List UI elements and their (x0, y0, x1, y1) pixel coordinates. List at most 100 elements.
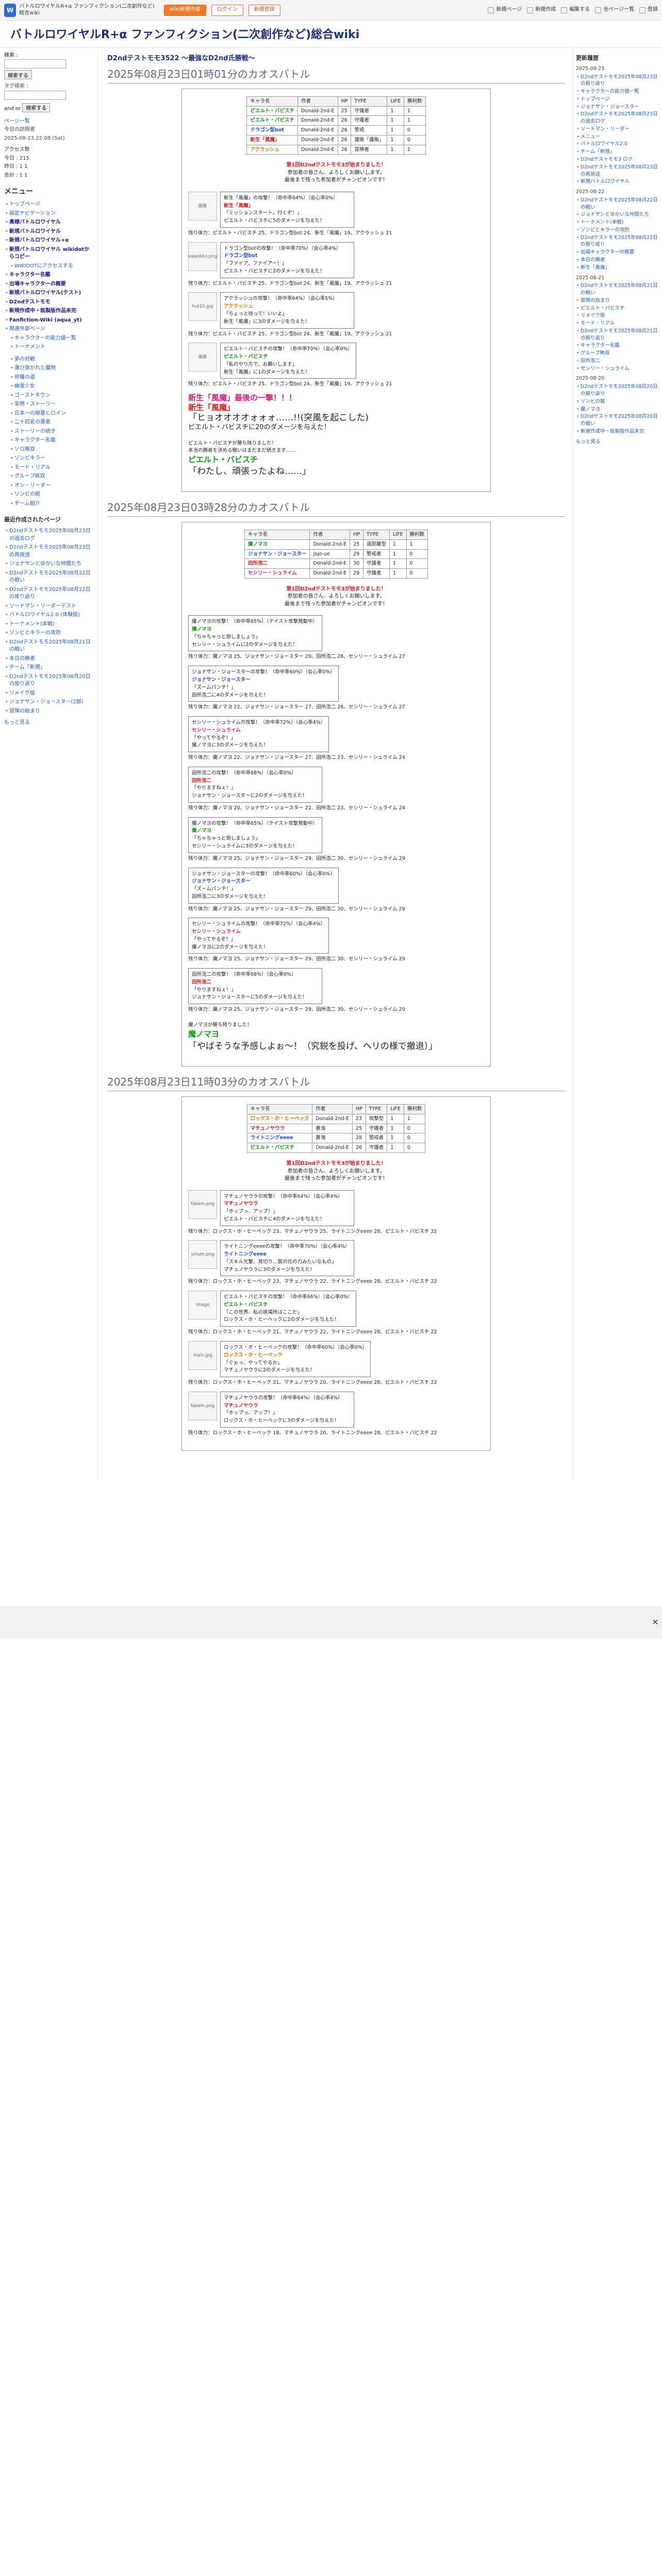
menu-subitem-link[interactable]: キャラクター名鑑 (14, 437, 56, 443)
search-button[interactable]: 検索する (4, 70, 32, 80)
recent-page-link[interactable]: 冒険の始まり (9, 708, 40, 714)
page-list-link[interactable]: ページ一覧 (4, 118, 94, 126)
recent-page-link[interactable]: バトルロワイヤル2.0 (体験版) (9, 612, 80, 618)
history-link[interactable]: リメイク版 (581, 313, 605, 318)
recent-page-link[interactable]: D2ndテストモモ2025年08月22日の振り返り (9, 587, 91, 600)
history-link[interactable]: ジョナサン・ジョースター (581, 104, 639, 110)
recent-page-link[interactable]: ソードマン・リーダーテスト (9, 603, 76, 609)
history-link[interactable]: D2ndテストモモ2025年08月22日の振り返り (581, 235, 658, 248)
history-link[interactable]: 本日の勝者 (581, 257, 605, 263)
recent-page-link[interactable]: リメイク版 (9, 690, 35, 696)
recent-page-link[interactable]: D2ndテストモモ2025年08月23日の再放送 (9, 545, 91, 558)
menu-item-link[interactable]: トップページ (9, 201, 40, 207)
history-link[interactable]: D2ndテストモモ2025年08月21日の戦い (581, 283, 658, 296)
menu-subitem-link[interactable]: 日本一の極悪ヒロイン (14, 411, 66, 416)
roster-cell[interactable]: セシリー・シュライム (244, 568, 310, 579)
roster-cell[interactable]: ジョナサン・ジョースター (244, 549, 310, 560)
menu-item-link[interactable]: 新規バトルロワイヤル(テスト) (9, 290, 81, 296)
more-recent-link[interactable]: もっと見る (4, 720, 30, 725)
roster-cell[interactable]: アクラッシュ (246, 144, 298, 155)
menu-item-link[interactable]: キャラクター名鑑 (9, 272, 51, 278)
roster-cell[interactable]: ピエルト・バビスチ (246, 106, 298, 116)
history-link[interactable]: 新規バトルロワイヤル (581, 179, 630, 184)
menu-item-link[interactable]: 出場キャラクターの概要 (9, 281, 66, 287)
history-link[interactable]: バトルロワイヤル2.0 (581, 141, 627, 147)
recent-page-link[interactable]: ジョナサンとゆかいな仲間たち (9, 561, 81, 567)
history-link[interactable]: キャラクター名鑑 (581, 343, 620, 348)
history-link[interactable]: 出場キャラクターの概要 (581, 249, 634, 255)
history-link[interactable]: ソードマン・リーダー (581, 126, 630, 132)
new-page-link[interactable]: 新規ページ (488, 6, 522, 14)
menu-item-link[interactable]: 関連外部ページ (9, 326, 45, 332)
history-link[interactable]: モード・リアル (581, 320, 615, 326)
history-link[interactable]: ゾンビの館 (581, 399, 605, 404)
history-link[interactable]: D2ndテストモモ2025年08月23日の再放送 (581, 164, 658, 177)
menu-subitem-link[interactable]: 幽霊少女 (14, 383, 35, 389)
history-link[interactable]: D2ndテストモモ2025年08月22日の戦い (581, 197, 658, 210)
create-wiki-button[interactable]: wiki新規作成 (164, 4, 206, 16)
close-icon[interactable]: ✕ (651, 1618, 660, 1627)
tag-search-input[interactable] (4, 90, 66, 100)
menu-subitem-link[interactable]: グループ無双 (14, 473, 45, 479)
roster-cell[interactable]: ロックス・ホ・ヒーベック (246, 1113, 313, 1124)
history-link[interactable]: ピエルト・バビスチ (581, 306, 625, 311)
recent-page-link[interactable]: D2ndテストモモ2025年08月21日の戦い (9, 639, 91, 653)
menu-item-link[interactable]: 新規バトルロワイヤル+α (9, 238, 69, 243)
menu-item-link[interactable]: 奥様バトルロワイヤル (9, 219, 61, 225)
menu-subitem-link[interactable]: 修羅の道 (14, 375, 35, 380)
history-link[interactable]: ゾンビとキラーの攻防 (581, 227, 630, 233)
history-link[interactable]: D2ndテストモモ2025年08月21日の振り返り (581, 328, 658, 341)
history-link[interactable]: セシリー・シュライム (581, 366, 630, 371)
recent-page-link[interactable]: トーナメント(本戦) (9, 621, 55, 627)
menu-item-link[interactable]: トーナメント (14, 344, 45, 350)
recent-page-link[interactable]: D2ndテストモモ2025年08月23日の過去ログ (9, 528, 91, 541)
history-link[interactable]: D2ndテストモモ2025年08月20日の振り返り (581, 384, 658, 397)
history-link[interactable]: トップページ (581, 96, 610, 102)
tag-search-button[interactable]: 検索する (22, 103, 51, 112)
menu-item-link[interactable]: WIKIDOTにアクセスする (14, 263, 73, 269)
history-link[interactable]: キャラクターの能力値一覧 (581, 89, 639, 94)
menu-subitem-link[interactable]: ストーリーの続き (14, 429, 56, 434)
menu-item-link[interactable]: 新規バトルロワイヤル wikidotからコピー (9, 247, 89, 260)
menu-subitem-link[interactable]: オン・リーダー (14, 483, 51, 488)
menu-item-link[interactable]: D2ndテストモモ (9, 299, 51, 305)
menu-subitem-link[interactable]: ソロ無双 (14, 447, 35, 452)
roster-cell[interactable]: ドラゴン型bot (246, 125, 298, 135)
and-or-toggle[interactable]: and or (4, 106, 21, 111)
roster-cell[interactable]: 新生「風魔」 (246, 134, 298, 145)
menu-subitem-link[interactable]: 夢の対戦 (14, 357, 35, 362)
search-input[interactable] (4, 59, 66, 69)
history-link[interactable]: 田所浩二 (581, 358, 600, 364)
recent-page-link[interactable]: D2ndテストモモ2025年08月20日の振り返り (9, 674, 91, 687)
menu-subitem-link[interactable]: ゾンビキラー (14, 455, 45, 461)
recent-page-link[interactable]: D2ndテストモモ2025年08月22日の戦い (9, 570, 91, 584)
login-button[interactable]: ログイン (211, 4, 243, 16)
menu-subitem-link[interactable]: ゾンビの館 (14, 492, 40, 497)
menu-subitem-link[interactable]: ゴーストタウン (14, 393, 51, 398)
wiki-title[interactable]: バトルロワイヤルR+α ファンフィクション(二次創作など)総合wiki (10, 27, 652, 43)
history-link[interactable]: 新生「風魔」 (581, 265, 610, 270)
roster-cell[interactable]: ピエルト・バビスチ (246, 1143, 313, 1153)
roster-cell[interactable]: ピエルト・バビスチ (246, 115, 298, 126)
history-link[interactable]: ジョナサンとゆかいな仲間たち (581, 212, 649, 217)
all-pages-link[interactable]: 全ページ一覧 (595, 6, 634, 14)
menu-subitem-link[interactable]: チーム紹介 (14, 501, 40, 506)
recent-page-link[interactable]: ジョナサン・ジョースター(2部) (9, 699, 84, 705)
new-create-link[interactable]: 新規作成 (527, 6, 556, 14)
menu-subitem-link[interactable]: 二十四名の勇者 (14, 419, 51, 425)
history-link[interactable]: 新規作成中・既製版作品未完 (581, 429, 644, 434)
menu-item-link[interactable]: 新規バトルロワイヤル (9, 229, 61, 234)
history-link[interactable]: D2ndテストモモ2025年08月23日の振り返り (581, 74, 658, 87)
recent-page-link[interactable]: ゾンビとキラーの攻防 (9, 630, 61, 636)
site-logo[interactable]: W バトルロワイヤルR+α ファンフィクション(二次創作など)総合wiki (4, 3, 159, 17)
history-link[interactable]: メニュー (581, 134, 600, 140)
history-link[interactable]: 冒険の始まり (581, 298, 610, 303)
history-link[interactable]: D2ndテストモモ2025年08月23日の過去ログ (581, 111, 658, 124)
menu-item-link[interactable]: キャラクターの能力値一覧 (14, 335, 76, 341)
menu-subitem-link[interactable]: 妄想・ストーリー (14, 401, 56, 407)
menu-item-link[interactable]: 新規作成中・既製版作品未完 (9, 308, 76, 314)
menu-item-link[interactable]: 設定ナビゲーション (9, 211, 56, 216)
recent-page-link[interactable]: 本日の勝者 (9, 656, 35, 662)
roster-cell[interactable]: 魔ノマヨ (244, 539, 310, 550)
menu-subitem-link[interactable]: モード・リアル (14, 465, 51, 470)
